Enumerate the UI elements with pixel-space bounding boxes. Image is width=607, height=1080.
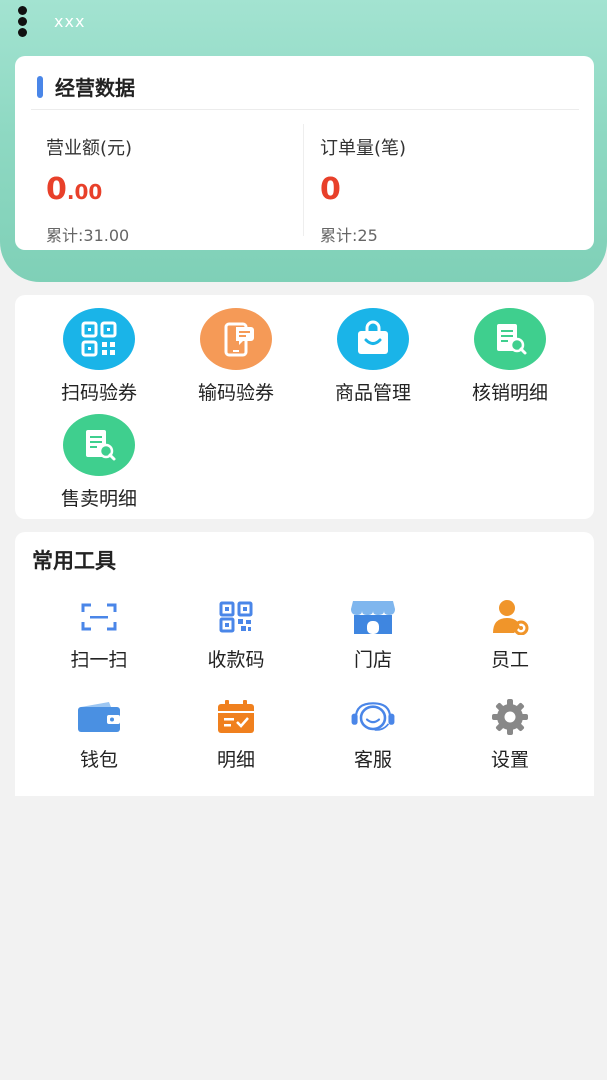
revenue-label: 营业额(元) xyxy=(46,138,133,159)
tool-label: 员工 xyxy=(490,649,529,671)
orders-total: 累计:25 xyxy=(320,226,378,245)
divider xyxy=(31,109,579,110)
qr-scan-icon xyxy=(63,308,135,370)
tool-store[interactable]: 门店 xyxy=(303,599,443,672)
function-label: 扫码验券 xyxy=(60,382,137,404)
function-label: 输码验券 xyxy=(197,382,274,404)
business-data-header: 经营数据 xyxy=(15,56,594,110)
revenue-value-dec: .00 xyxy=(66,180,103,204)
revenue-value-int: 0 xyxy=(46,172,67,207)
store-icon xyxy=(349,599,397,635)
tool-scan[interactable]: 扫一扫 xyxy=(29,599,169,672)
function-label: 商品管理 xyxy=(334,382,411,404)
orders-value: 0 xyxy=(320,172,406,207)
more-menu-icon[interactable] xyxy=(18,6,30,37)
tool-settings[interactable]: 设置 xyxy=(440,699,580,772)
function-verify-detail[interactable]: 核销明细 xyxy=(440,308,580,405)
customer-service-icon xyxy=(349,699,397,735)
phone-message-icon xyxy=(200,308,272,370)
orders-value-number: 0 xyxy=(320,172,341,207)
function-grid-card: 扫码验券 输码验券 商品管理 核销明细 售卖明细 xyxy=(15,295,594,519)
tool-label: 钱包 xyxy=(79,749,118,771)
calendar-detail-icon xyxy=(212,699,260,735)
tool-label: 客服 xyxy=(353,749,392,771)
divider xyxy=(303,124,304,236)
scan-icon xyxy=(75,599,123,635)
orders-stat[interactable]: 订单量(笔) 0 累计:25 xyxy=(320,134,406,246)
gear-icon xyxy=(486,699,534,735)
employee-icon xyxy=(486,599,534,635)
document-search-icon xyxy=(474,308,546,370)
tool-label: 收款码 xyxy=(207,649,265,671)
tool-label: 明细 xyxy=(216,749,255,771)
section-accent-bar xyxy=(37,76,43,98)
function-goods-manage[interactable]: 商品管理 xyxy=(303,308,443,405)
function-scan-verify[interactable]: 扫码验券 xyxy=(29,308,169,405)
function-sales-detail[interactable]: 售卖明细 xyxy=(29,414,169,511)
function-code-verify[interactable]: 输码验券 xyxy=(166,308,306,405)
common-tools-card: 常用工具 扫一扫 收款码 门店 员工 钱包 明细 客服 设置 xyxy=(15,532,594,796)
tool-detail[interactable]: 明细 xyxy=(166,699,306,772)
business-data-title: 经营数据 xyxy=(55,76,135,100)
shopping-bag-icon xyxy=(337,308,409,370)
tool-payment-code[interactable]: 收款码 xyxy=(166,599,306,672)
app-title: xxx xyxy=(54,12,86,31)
function-label: 核销明细 xyxy=(471,382,548,404)
tool-label: 扫一扫 xyxy=(70,649,128,671)
revenue-stat[interactable]: 营业额(元) 0.00 累计:31.00 xyxy=(46,134,132,246)
revenue-total: 累计:31.00 xyxy=(46,226,130,245)
common-tools-title: 常用工具 xyxy=(32,549,116,573)
function-label: 售卖明细 xyxy=(60,488,137,510)
revenue-value: 0.00 xyxy=(46,172,132,207)
tool-wallet[interactable]: 钱包 xyxy=(29,699,169,772)
orders-label: 订单量(笔) xyxy=(320,138,407,159)
tool-label: 设置 xyxy=(490,749,529,771)
document-search-icon xyxy=(63,414,135,476)
tool-label: 门店 xyxy=(353,649,392,671)
qr-code-icon xyxy=(212,599,260,635)
wallet-icon xyxy=(75,699,123,735)
tool-employee[interactable]: 员工 xyxy=(440,599,580,672)
tool-customer-service[interactable]: 客服 xyxy=(303,699,443,772)
business-data-card: 经营数据 营业额(元) 0.00 累计:31.00 订单量(笔) 0 累计:25 xyxy=(15,56,594,250)
